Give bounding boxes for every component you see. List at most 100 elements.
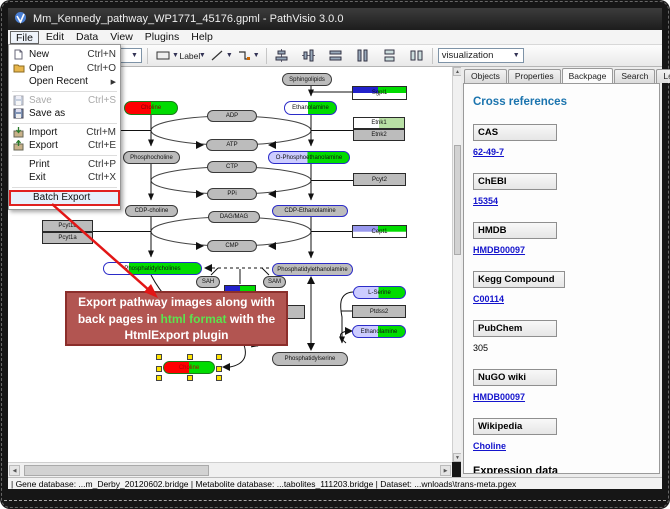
menu-item-batch-export[interactable]: Batch Export [9,190,120,206]
submenu-arrow-icon: ▶ [111,78,116,86]
selection-handle[interactable] [216,354,222,360]
pathway-node-dag-mag[interactable]: DAG/MAG [208,211,260,223]
line-tool-button[interactable] [208,47,226,64]
menu-item-shortcut: Ctrl+O [87,63,116,74]
pathway-node-choline[interactable]: Choline [163,361,215,374]
pathway-node-phosphocholine[interactable]: Phosphocholine [123,151,180,164]
pathway-node-pcyt1a[interactable]: Pcyt1a [42,232,93,244]
pathway-node-cept1[interactable]: Cept1 [352,225,407,238]
xref-section-cas: CAS [473,124,557,141]
menu-item-open-recent[interactable]: Open Recent▶ [9,75,120,89]
pathway-node-phosphatidylcholines[interactable]: Phosphatidylcholines [103,262,202,275]
new-label-button[interactable]: Label [181,47,199,64]
selection-handle[interactable] [156,354,162,360]
tab-backpage[interactable]: Backpage [562,68,614,83]
chevron-down-icon[interactable]: ▼ [172,52,179,59]
vertical-scroll-thumb[interactable] [454,145,461,255]
menu-item-label: Print [29,159,50,170]
pathway-node-sgpl1[interactable]: Sgpl1 [352,86,407,100]
export-icon [12,140,25,151]
menu-separator [12,123,117,124]
pathway-node-ethanolamine[interactable]: Ethanolamine [284,101,337,115]
frame-dashed-line [4,500,666,501]
save-icon [12,95,25,106]
menu-item-print[interactable]: PrintCtrl+P [9,158,120,172]
chevron-down-icon[interactable]: ▼ [199,52,206,59]
common-width-button[interactable] [354,47,372,64]
xref-link-c00114[interactable]: C00114 [473,294,659,304]
connector-tool-button[interactable] [235,47,253,64]
tab-search[interactable]: Search [614,69,655,83]
menu-item-label: Save as [29,108,65,119]
xref-link-hmdb00097[interactable]: HMDB00097 [473,245,659,255]
pathway-node-cdp-choline[interactable]: CDP-choline [125,205,178,217]
scroll-left-arrow[interactable]: ◀ [9,465,20,476]
file-menu-dropdown: NewCtrl+NOpenCtrl+OOpen Recent▶ SaveCtrl+… [8,44,121,210]
xref-section-chebi: ChEBI [473,173,557,190]
menu-separator [12,187,117,188]
pathway-node-sam[interactable]: SAM [263,276,286,288]
pathway-node-choline[interactable]: Choline [124,101,178,115]
pathway-node-ppi[interactable]: PPi [207,188,257,200]
menubar-item-edit[interactable]: Edit [41,31,69,44]
pathway-node-etnk2[interactable]: Etnk2 [353,129,405,141]
menu-item-exit[interactable]: ExitCtrl+X [9,171,120,185]
menu-item-export[interactable]: ExportCtrl+E [9,139,120,153]
pathway-node-o-phosphoethanolamine[interactable]: O-Phosphoethanolamine [268,151,350,164]
scroll-right-arrow[interactable]: ▶ [440,465,451,476]
visualization-combobox[interactable]: visualization ▼ [438,48,524,63]
selection-handle[interactable] [216,375,222,381]
pathway-node-ptdss2[interactable]: Ptdss2 [352,305,406,318]
tab-legend[interactable]: Legend [656,69,670,83]
menubar-item-file[interactable]: File [10,31,39,44]
menu-item-import[interactable]: ImportCtrl+M [9,126,120,140]
pathway-node-ethanolamine[interactable]: Ethanolamine [352,325,406,338]
pathway-node-atp[interactable]: ATP [206,139,258,151]
menu-item-new[interactable]: NewCtrl+N [9,48,120,62]
xref-link-hmdb00097[interactable]: HMDB00097 [473,392,659,402]
menu-item-open[interactable]: OpenCtrl+O [9,62,120,76]
menubar-item-plugins[interactable]: Plugins [140,31,184,44]
xref-link-choline[interactable]: Choline [473,441,659,451]
selection-handle[interactable] [187,375,193,381]
selection-handle[interactable] [156,375,162,381]
pathway-node-cdp-ethanolamine[interactable]: CDP-Ethanolamine [272,205,348,217]
align-horizontal-center-button[interactable] [273,47,291,64]
new-datanode-button[interactable] [154,47,172,64]
menubar-item-view[interactable]: View [105,31,138,44]
align-vertical-center-button[interactable] [300,47,318,64]
menu-item-save[interactable]: SaveCtrl+S [9,94,120,108]
application-window: Mm_Kennedy_pathway_WP1771_45176.gpml - P… [0,0,670,509]
menubar-item-help[interactable]: Help [186,31,218,44]
pathway-node-sphingolipids[interactable]: Sphingolipids [282,73,332,86]
horizontal-scroll-thumb[interactable] [24,465,209,476]
pathway-node-l-serine[interactable]: L-Serine [353,286,406,299]
selection-handle[interactable] [187,354,193,360]
stack-horizontal-button[interactable] [408,47,426,64]
common-height-button[interactable] [327,47,345,64]
menubar-item-data[interactable]: Data [71,31,103,44]
vertical-scrollbar[interactable]: ▲ ▼ [452,67,461,462]
import-icon [12,127,25,138]
selection-handle[interactable] [156,366,162,372]
pathway-node-sah[interactable]: SAH [196,276,220,288]
pathway-node-phosphatidylethanolamine[interactable]: Phosphatidylethanolamine [272,263,353,276]
tab-properties[interactable]: Properties [508,69,561,83]
chevron-down-icon[interactable]: ▼ [253,52,260,59]
menu-item-save-as[interactable]: Save as [9,107,120,121]
xref-link-62-49-7[interactable]: 62-49-7 [473,147,659,157]
pathway-node-pcyt1b[interactable]: Pcyt1b [42,220,93,232]
tab-objects[interactable]: Objects [464,69,507,83]
xref-link-15354[interactable]: 15354 [473,196,659,206]
selection-handle[interactable] [216,366,222,372]
horizontal-scrollbar[interactable]: ◀ ▶ [8,462,452,477]
pathway-node-ctp[interactable]: CTP [207,161,257,173]
stack-vertical-button[interactable] [381,47,399,64]
pathway-node-cmp[interactable]: CMP [207,240,257,252]
pathway-node-pcyt2[interactable]: Pcyt2 [353,173,406,186]
pathway-node-adp[interactable]: ADP [207,110,257,122]
toolbar-separator [432,48,433,64]
pathway-node-phosphatidylserine[interactable]: Phosphatidylserine [272,352,348,366]
chevron-down-icon[interactable]: ▼ [226,52,233,59]
pathway-node-etnk1[interactable]: Etnk1 [353,117,405,129]
